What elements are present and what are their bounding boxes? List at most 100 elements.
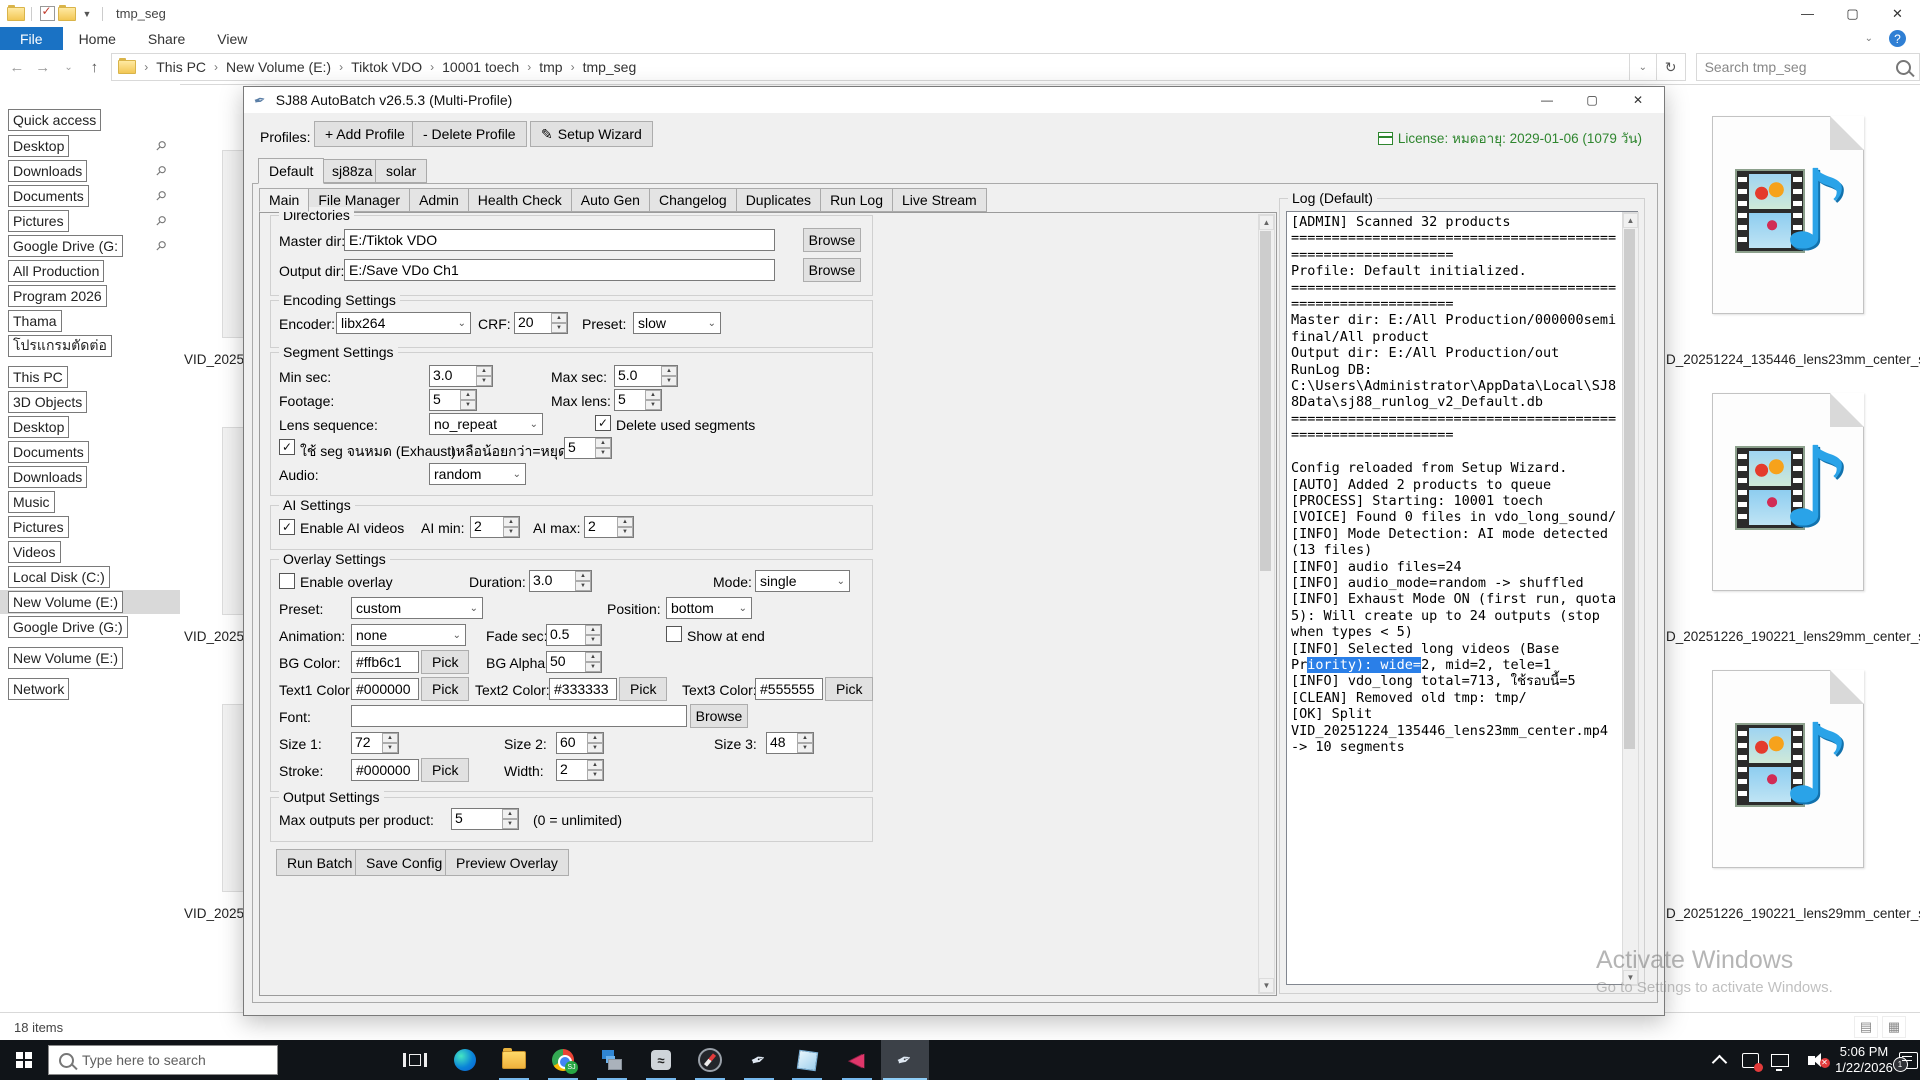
text1-color-input[interactable]: #000000 — [351, 678, 419, 700]
lens-sequence-select[interactable]: no_repeat⌄ — [429, 413, 543, 435]
sidebar-item-pc-pictures[interactable]: Pictures — [0, 515, 180, 539]
tab-duplicates[interactable]: Duplicates — [736, 188, 821, 212]
tab-live-stream[interactable]: Live Stream — [892, 188, 987, 212]
sidebar-item-pc-google-drive[interactable]: Google Drive (G:) — [0, 615, 180, 639]
tray-clock[interactable]: 5:06 PM 1/22/2026 — [1832, 1040, 1896, 1080]
ribbon-tab-view[interactable]: View — [201, 27, 263, 50]
run-batch-button[interactable]: Run Batch — [276, 849, 363, 876]
taskbar-chrome[interactable]: SJ — [539, 1040, 587, 1080]
size2-stepper[interactable]: 60▲▼ — [556, 732, 604, 754]
min-sec-stepper[interactable]: 3.0▲▼ — [429, 365, 493, 387]
exhaust-checkbox[interactable]: ✓ — [279, 439, 295, 455]
crf-stepper[interactable]: 20▲▼ — [514, 312, 568, 334]
new-folder-icon[interactable] — [57, 5, 77, 23]
sidebar-item-google-drive[interactable]: Google Drive (G: ⚲ — [0, 234, 180, 258]
scrollbar-thumb[interactable] — [1624, 229, 1635, 749]
footage-stepper[interactable]: 5▲▼ — [429, 389, 477, 411]
file-label[interactable]: D_20251224_135446_lens23mm_center_seg000… — [1666, 352, 1920, 367]
master-dir-input[interactable]: E:/Tiktok VDO — [344, 229, 775, 251]
enable-ai-videos-checkbox[interactable]: ✓ — [279, 519, 295, 535]
refresh-icon[interactable]: ↻ — [1657, 53, 1686, 81]
ribbon-tab-share[interactable]: Share — [132, 27, 201, 50]
form-scrollbar[interactable]: ▲ ▼ — [1258, 214, 1275, 994]
taskbar-media-app[interactable]: ◀ — [833, 1040, 881, 1080]
breadcrumb-new-volume[interactable]: New Volume (E:) — [220, 59, 337, 75]
sidebar-item-downloads[interactable]: ↓ Downloads ⚲ — [0, 159, 180, 183]
sidebar-item-thama[interactable]: Thama — [0, 309, 180, 333]
sidebar-item-this-pc[interactable]: This PC — [0, 365, 180, 389]
recent-locations-chevron-icon[interactable]: ⌄ — [56, 54, 82, 80]
address-dropdown-chevron-icon[interactable]: ⌄ — [1630, 53, 1657, 81]
explorer-close-button[interactable]: ✕ — [1875, 0, 1920, 27]
remain-stop-stepper[interactable]: 5▲▼ — [564, 437, 612, 459]
file-label-partial[interactable]: VID_2025122 — [184, 906, 243, 921]
ribbon-tab-file[interactable]: File — [0, 27, 63, 50]
taskbar-glass-app[interactable] — [783, 1040, 831, 1080]
text3-color-input[interactable]: #555555 — [755, 678, 823, 700]
sidebar-item-pc-documents[interactable]: ▤ Documents — [0, 440, 180, 464]
breadcrumb[interactable]: › This PC › New Volume (E:) › Tiktok VDO… — [111, 53, 1630, 81]
profile-tab-default[interactable]: Default — [258, 158, 324, 184]
mode-select[interactable]: single⌄ — [755, 570, 850, 592]
tab-admin[interactable]: Admin — [409, 188, 469, 212]
breadcrumb-tiktok-vdo[interactable]: Tiktok VDO — [345, 59, 428, 75]
sidebar-item-documents[interactable]: ▤ Documents ⚲ — [0, 184, 180, 208]
file-label[interactable]: D_20251226_190221_lens29mm_center_seg000… — [1666, 629, 1920, 644]
duration-stepper[interactable]: 3.0▲▼ — [529, 570, 592, 592]
sidebar-item-videos[interactable]: ▥ Videos — [0, 540, 180, 564]
size3-stepper[interactable]: 48▲▼ — [766, 732, 814, 754]
enable-overlay-checkbox[interactable] — [279, 573, 295, 589]
explorer-minimize-button[interactable]: — — [1785, 0, 1830, 27]
scroll-down-icon[interactable]: ▼ — [1623, 970, 1638, 985]
delete-used-segments-checkbox[interactable]: ✓ — [595, 415, 611, 431]
setup-wizard-button[interactable]: ✎Setup Wizard — [530, 121, 653, 147]
sidebar-item-new-volume-e[interactable]: New Volume (E:) — [0, 590, 180, 614]
dialog-titlebar[interactable]: ✒ SJ88 AutoBatch v26.5.3 (Multi-Profile)… — [244, 87, 1664, 113]
file-thumbnail-partial[interactable] — [222, 704, 244, 892]
sidebar-item-quick-access[interactable]: ★ Quick access — [0, 108, 180, 132]
save-config-button[interactable]: Save Config — [355, 849, 453, 876]
taskbar-tools-app[interactable] — [588, 1040, 636, 1080]
help-icon[interactable]: ? — [1889, 30, 1906, 47]
file-thumbnail-partial[interactable] — [222, 427, 244, 615]
file-item[interactable]: ♪ — [1700, 670, 1900, 902]
text3-color-pick-button[interactable]: Pick — [825, 677, 873, 701]
tab-main[interactable]: Main — [259, 188, 309, 212]
delete-profile-button[interactable]: - Delete Profile — [412, 121, 527, 147]
max-lens-stepper[interactable]: 5▲▼ — [614, 389, 662, 411]
dialog-minimize-button[interactable]: — — [1532, 90, 1562, 110]
sidebar-item-pictures[interactable]: Pictures ⚲ — [0, 209, 180, 233]
search-input[interactable]: Search tmp_seg — [1696, 53, 1920, 81]
taskbar-autobatch-app[interactable]: ✒ — [881, 1040, 929, 1080]
audio-select[interactable]: random⌄ — [429, 463, 526, 485]
taskbar-compass-app[interactable] — [686, 1040, 734, 1080]
fade-sec-stepper[interactable]: 0.5▲▼ — [546, 624, 602, 646]
animation-select[interactable]: none⌄ — [351, 624, 466, 646]
taskbar-wave-app[interactable]: ≈ — [637, 1040, 685, 1080]
tray-expand-button[interactable] — [1706, 1040, 1732, 1080]
add-profile-button[interactable]: + Add Profile — [314, 121, 416, 147]
tab-run-log[interactable]: Run Log — [820, 188, 893, 212]
forward-arrow-icon[interactable]: → — [30, 54, 56, 80]
bg-alpha-stepper[interactable]: 50▲▼ — [546, 651, 602, 673]
file-item[interactable]: ♪ — [1700, 116, 1900, 348]
ai-max-stepper[interactable]: 2▲▼ — [584, 516, 634, 538]
taskbar-python-app[interactable]: ✒ — [735, 1040, 783, 1080]
stroke-color-input[interactable]: #000000 — [351, 759, 419, 781]
file-item[interactable]: ♪ — [1700, 393, 1900, 625]
text2-color-pick-button[interactable]: Pick — [619, 677, 667, 701]
scroll-up-icon[interactable]: ▲ — [1259, 215, 1274, 230]
taskbar-search-input[interactable]: Type here to search — [48, 1045, 278, 1075]
sidebar-item-program-2026[interactable]: Program 2026 — [0, 284, 180, 308]
breadcrumb-tmp[interactable]: tmp — [533, 59, 568, 75]
bg-color-pick-button[interactable]: Pick — [421, 650, 469, 674]
width-stepper[interactable]: 2▲▼ — [556, 759, 604, 781]
dialog-maximize-button[interactable]: ▢ — [1577, 90, 1607, 110]
font-browse-button[interactable]: Browse — [690, 704, 748, 728]
bg-color-input[interactable]: #ffb6c1 — [351, 651, 419, 673]
profile-tab-solar[interactable]: solar — [375, 159, 427, 183]
scroll-up-icon[interactable]: ▲ — [1623, 213, 1638, 228]
size1-stepper[interactable]: 72▲▼ — [351, 732, 399, 754]
max-outputs-stepper[interactable]: 5▲▼ — [451, 808, 519, 830]
ribbon-tab-home[interactable]: Home — [63, 27, 132, 50]
